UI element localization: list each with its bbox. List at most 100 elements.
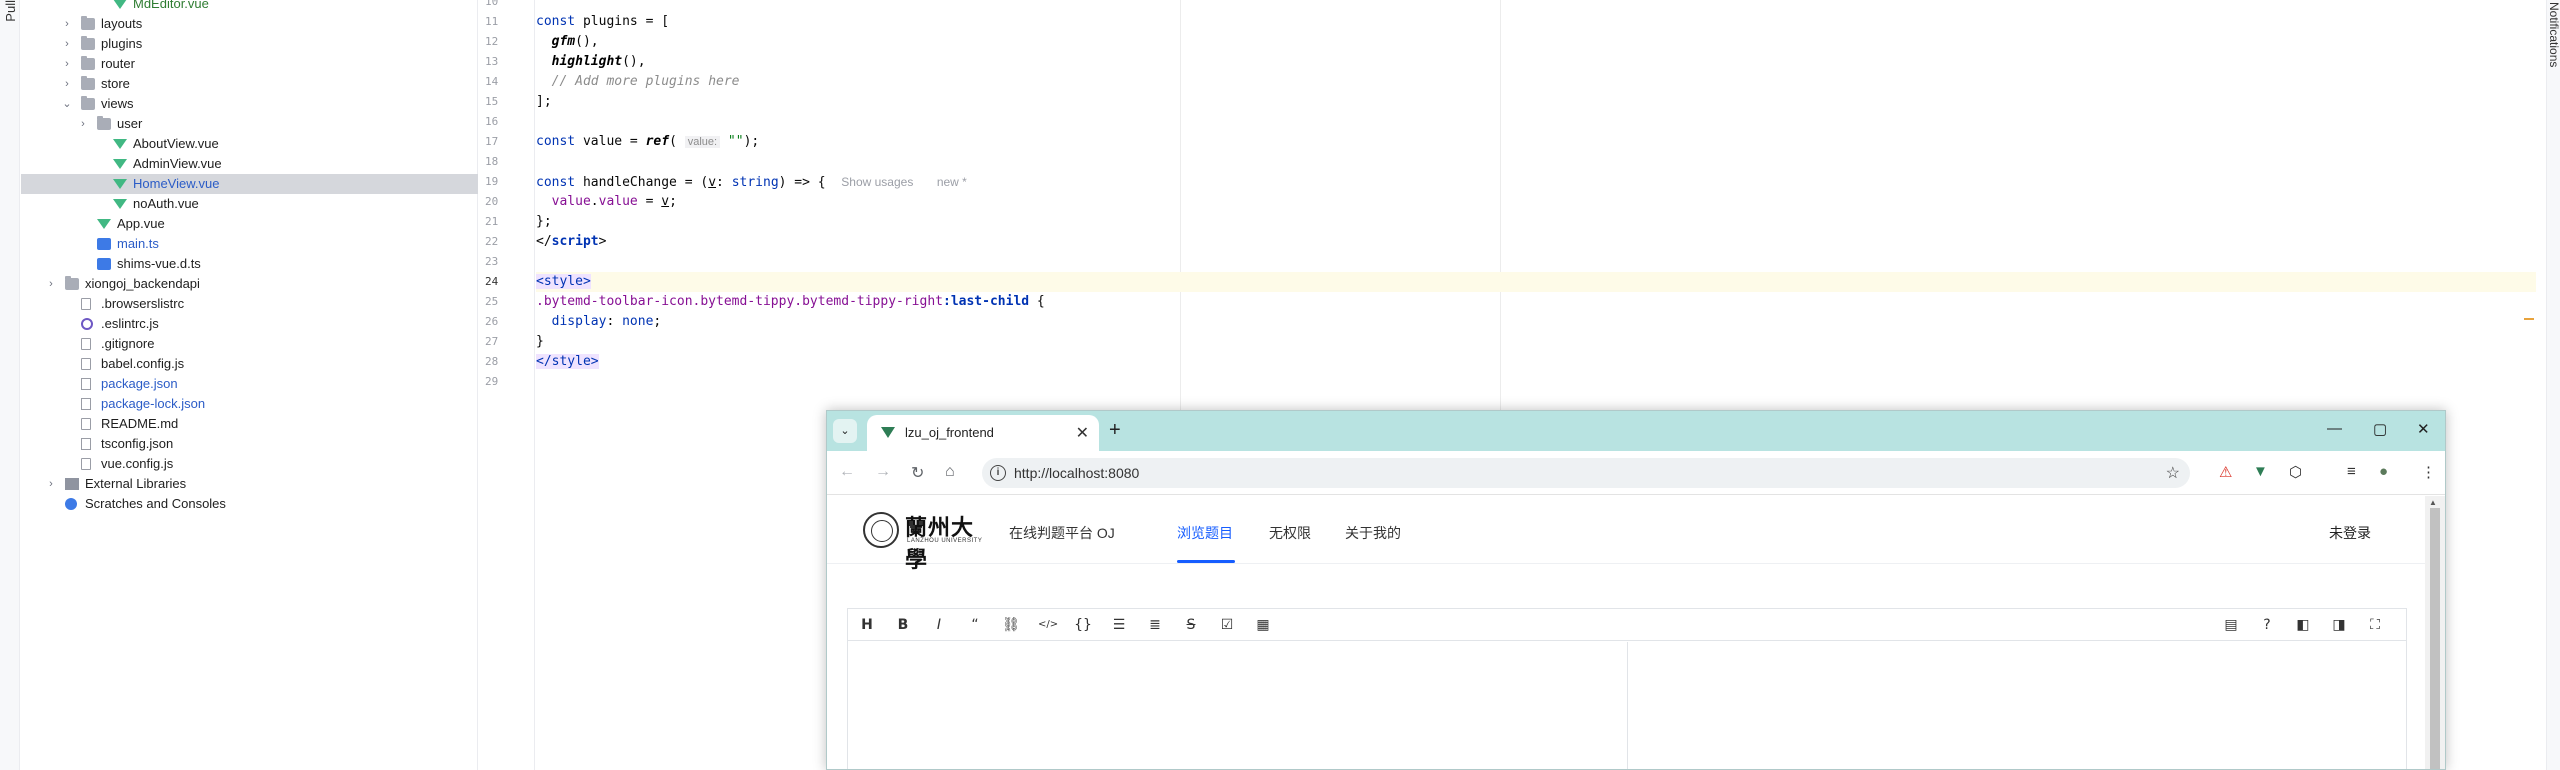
code-block-icon[interactable]: {} xyxy=(1074,616,1092,634)
tree-item[interactable]: tsconfig.json xyxy=(21,434,478,454)
code-line-14: // Add more plugins here xyxy=(551,74,740,89)
maximize-button[interactable]: ▢ xyxy=(2373,420,2387,438)
line-number: 26 xyxy=(485,315,499,328)
tree-item[interactable]: babel.config.js xyxy=(21,354,478,374)
fullscreen-icon[interactable]: ⛶ xyxy=(2366,616,2384,634)
folder-icon xyxy=(81,36,95,50)
page-scrollbar[interactable]: ▲ xyxy=(2425,496,2445,769)
home-icon[interactable]: ⌂ xyxy=(945,463,955,481)
line-number: 19 xyxy=(485,175,499,188)
markdown-toolbar: H B I “ ⛓ </> {} ☰ ≣ S ☑ ▦ ▤? ◧ ◨ ⛶ xyxy=(848,609,2406,641)
tree-item[interactable]: vue.config.js xyxy=(21,454,478,474)
link-icon[interactable]: ⛓ xyxy=(1002,616,1020,634)
ordered-list-icon[interactable]: ≣ xyxy=(1146,616,1164,634)
chevron-right-icon[interactable]: › xyxy=(45,474,57,494)
reload-icon[interactable]: ↻ xyxy=(911,463,924,483)
chevron-right-icon[interactable]: › xyxy=(61,34,73,54)
tree-item[interactable]: HomeView.vue xyxy=(21,174,478,194)
new-tab-button[interactable]: + xyxy=(1109,419,1121,442)
tree-item[interactable]: shims-vue.d.ts xyxy=(21,254,478,274)
tree-item[interactable]: AboutView.vue xyxy=(21,134,478,154)
menu-item-browse-problems[interactable]: 浏览题目 xyxy=(1177,523,1233,543)
table-icon[interactable]: ▦ xyxy=(1254,616,1272,634)
show-usages-hint[interactable]: Show usages xyxy=(841,175,913,189)
university-logo[interactable]: 蘭州大學 LANZHOU UNIVERSITY xyxy=(863,512,993,573)
tree-item[interactable]: › layouts xyxy=(21,14,478,34)
tree-item[interactable]: noAuth.vue xyxy=(21,194,478,214)
tree-item[interactable]: App.vue xyxy=(21,214,478,234)
tree-item[interactable]: .browserslistrc xyxy=(21,294,478,314)
strikethrough-icon[interactable]: S xyxy=(1182,616,1200,634)
tree-item[interactable]: › plugins xyxy=(21,34,478,54)
chevron-right-icon[interactable]: › xyxy=(61,74,73,94)
tree-item[interactable]: › store xyxy=(21,74,478,94)
chevron-down-icon[interactable]: ⌄ xyxy=(61,94,73,114)
line-number: 14 xyxy=(485,75,499,88)
window-close-button[interactable]: ✕ xyxy=(2417,420,2430,438)
heading-icon[interactable]: H xyxy=(858,616,876,634)
profile-avatar-icon[interactable]: ● xyxy=(2379,463,2388,480)
chevron-right-icon[interactable]: › xyxy=(77,114,89,134)
bold-icon[interactable]: B xyxy=(894,616,912,634)
forward-arrow-icon[interactable]: → xyxy=(875,463,891,481)
pull-requests-tool-label[interactable]: Pull xyxy=(3,0,18,22)
tree-item[interactable]: package-lock.json xyxy=(21,394,478,414)
url-text[interactable]: http://localhost:8080 xyxy=(1014,465,1139,481)
unordered-list-icon[interactable]: ☰ xyxy=(1110,616,1128,634)
extension-warning-icon[interactable]: ⚠ xyxy=(2219,463,2232,481)
back-arrow-icon[interactable]: ← xyxy=(839,463,855,481)
tree-item[interactable]: › user xyxy=(21,114,478,134)
tree-item[interactable]: .gitignore xyxy=(21,334,478,354)
chevron-right-icon[interactable]: › xyxy=(45,274,57,294)
browser-tab[interactable]: lzu_oj_frontend ✕ xyxy=(867,415,1099,451)
editor-warning-marker[interactable] xyxy=(2524,318,2534,320)
tree-item[interactable]: › router xyxy=(21,54,478,74)
chevron-right-icon[interactable]: › xyxy=(61,54,73,74)
file-icon xyxy=(81,338,91,350)
tree-item[interactable]: README.md xyxy=(21,414,478,434)
tab-search-button[interactable]: ⌄ xyxy=(833,419,857,443)
minimize-button[interactable]: — xyxy=(2327,420,2342,437)
help-icon[interactable]: ? xyxy=(2258,616,2276,634)
line-number: 16 xyxy=(485,115,499,128)
tree-item[interactable]: › xiongoj_backendapi xyxy=(21,274,478,294)
vue-file-icon xyxy=(113,159,127,169)
scroll-up-icon[interactable]: ▲ xyxy=(2429,498,2437,507)
menu-item-about-me[interactable]: 关于我的 xyxy=(1345,523,1401,543)
code-line-11: const plugins = [ xyxy=(536,14,670,29)
tree-item[interactable]: › External Libraries xyxy=(21,474,478,494)
site-info-icon[interactable]: i xyxy=(990,465,1006,481)
university-seal-icon xyxy=(863,512,899,548)
table-of-contents-icon[interactable]: ▤ xyxy=(2222,616,2240,634)
tree-item[interactable]: AdminView.vue xyxy=(21,154,478,174)
reading-list-icon[interactable]: ≡ xyxy=(2347,463,2356,480)
code-line-15: ]; xyxy=(536,94,552,109)
tree-item[interactable]: main.ts xyxy=(21,234,478,254)
tree-item[interactable]: .eslintrc.js xyxy=(21,314,478,334)
editor-only-icon[interactable]: ◧ xyxy=(2294,616,2312,634)
tree-item-label: views xyxy=(101,96,134,111)
task-list-icon[interactable]: ☑ xyxy=(1218,616,1236,634)
project-tree: MdEditor.vue › layouts › plugins › router › stor… xyxy=(21,0,478,770)
preview-only-icon[interactable]: ◨ xyxy=(2330,616,2348,634)
code-icon[interactable]: </> xyxy=(1038,616,1058,634)
login-status[interactable]: 未登录 xyxy=(2329,523,2371,543)
menu-item-no-permission[interactable]: 无权限 xyxy=(1269,523,1311,543)
scrollbar-thumb[interactable] xyxy=(2430,508,2440,769)
vue-devtools-icon[interactable]: ▼ xyxy=(2253,463,2268,480)
notifications-tool-label[interactable]: Notifications xyxy=(2547,2,2560,67)
tree-item[interactable]: ⌄ views xyxy=(21,94,478,114)
chevron-right-icon[interactable]: › xyxy=(61,14,73,34)
extensions-puzzle-icon[interactable]: ⬡ xyxy=(2289,463,2302,481)
browser-menu-icon[interactable]: ⋮ xyxy=(2421,463,2436,481)
quote-icon[interactable]: “ xyxy=(966,616,984,634)
italic-icon[interactable]: I xyxy=(930,616,948,634)
tab-close-icon[interactable]: ✕ xyxy=(1076,423,1089,443)
bookmark-star-icon[interactable]: ☆ xyxy=(2166,463,2180,483)
tree-item[interactable]: package.json xyxy=(21,374,478,394)
tree-item[interactable]: Scratches and Consoles xyxy=(21,494,478,514)
tree-item-label: .eslintrc.js xyxy=(101,316,159,331)
tree-item[interactable]: MdEditor.vue xyxy=(21,0,478,14)
address-bar[interactable]: i http://localhost:8080 ☆ xyxy=(982,458,2190,488)
code-line-17: const value = ref( value: ""); xyxy=(536,134,760,149)
